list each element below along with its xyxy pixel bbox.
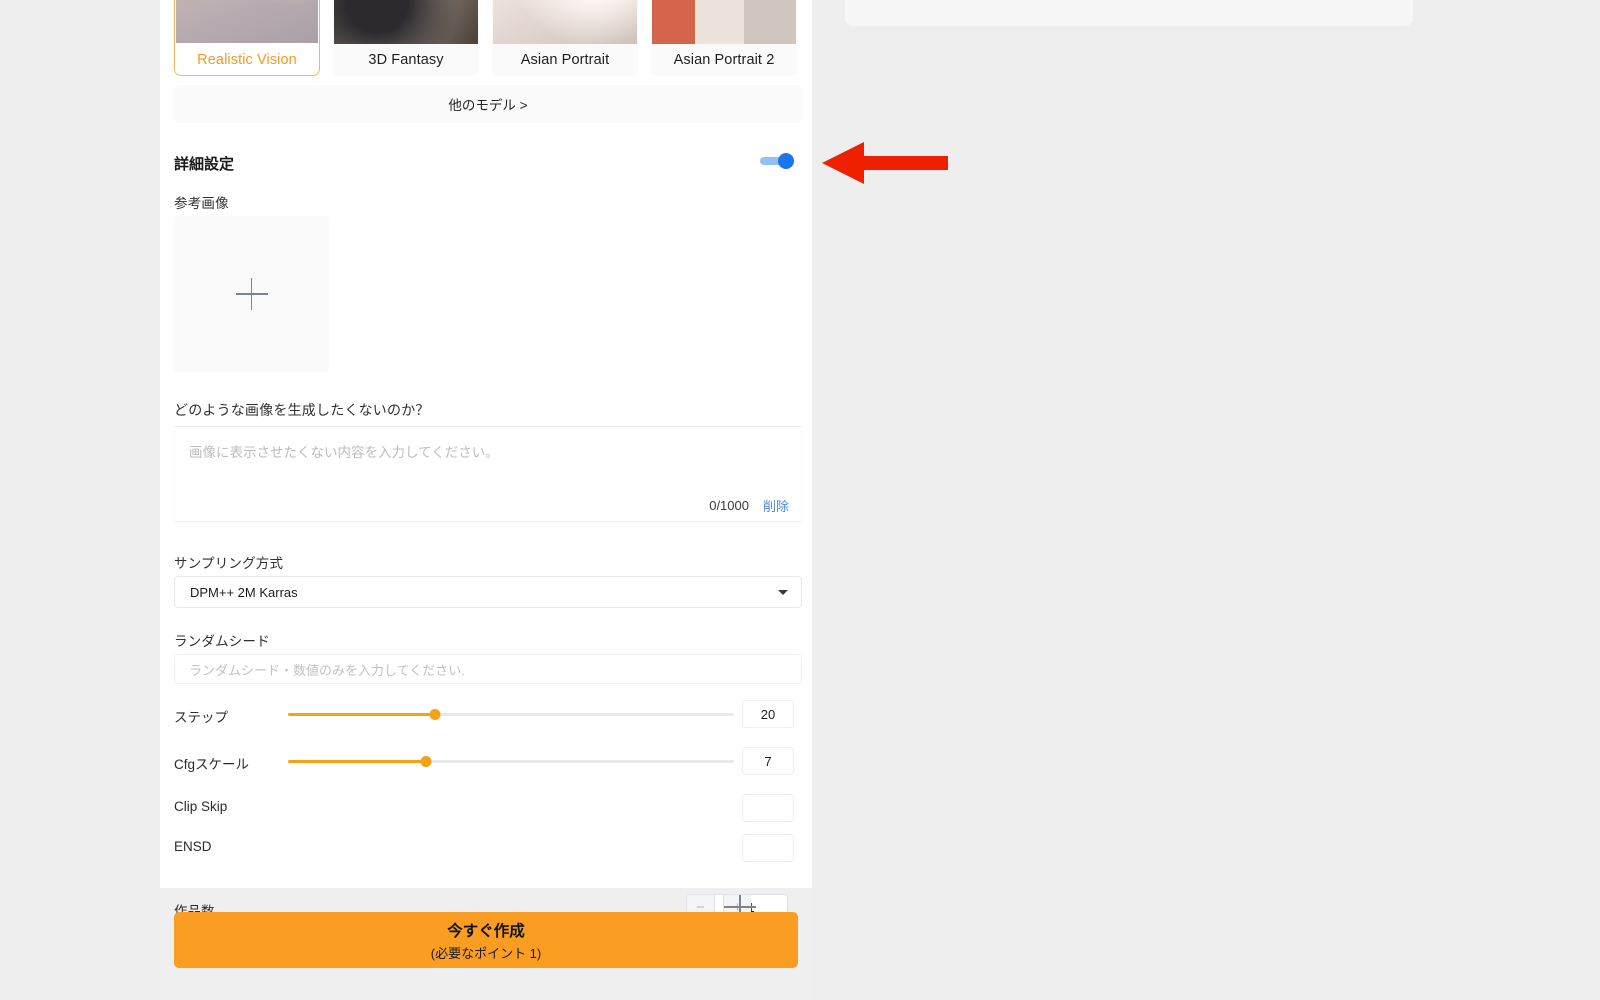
- model-thumbnail: [334, 0, 478, 44]
- negative-prompt-label: どのような画像を生成したくないのか？: [174, 402, 430, 418]
- annotation-arrow: [822, 142, 948, 184]
- ensd-label: ENSD: [174, 839, 212, 854]
- model-thumbnail: [652, 0, 796, 44]
- more-models-link[interactable]: 他のモデル >: [174, 85, 802, 123]
- negative-prompt-placeholder: 画像に表示させたくない内容を入力してください。: [189, 445, 499, 460]
- model-card-asian-portrait-2[interactable]: Asian Portrait 2: [651, 0, 797, 76]
- cfg-scale-value-input[interactable]: 7: [742, 747, 794, 775]
- cfg-scale-label: Cfgスケール: [174, 757, 250, 772]
- sampler-select[interactable]: DPM++ 2M Karras: [174, 576, 802, 608]
- seed-placeholder: ランダムシード・数値のみを入力してください.: [189, 662, 465, 678]
- sampler-selected-value: DPM++ 2M Karras: [190, 584, 298, 600]
- reference-image-upload[interactable]: [174, 216, 329, 372]
- generation-settings-panel: Realistic Vision 3D Fantasy Asian Portra…: [160, 0, 812, 888]
- generation-footer: 作品数 − 1 + 今すぐ作成 (必要なポイント 1): [160, 888, 812, 1000]
- clip-skip-row: Clip Skip: [174, 794, 802, 822]
- generate-button-title: 今すぐ作成: [447, 922, 525, 940]
- character-counter: 0/1000: [709, 498, 749, 513]
- generate-button[interactable]: 今すぐ作成 (必要なポイント 1): [174, 912, 798, 968]
- model-card-label: Asian Portrait: [520, 51, 610, 68]
- screen: Realistic Vision 3D Fantasy Asian Portra…: [0, 0, 1600, 1000]
- steps-slider-row: ステップ 20: [174, 700, 802, 730]
- toggle-knob: [778, 153, 794, 169]
- model-thumbnail: [176, 0, 318, 43]
- ensd-row: ENSD: [174, 834, 802, 862]
- negative-prompt-textarea[interactable]: 画像に表示させたくない内容を入力してください。 0/1000 削除: [174, 426, 802, 522]
- cfg-scale-slider-thumb[interactable]: [420, 756, 432, 767]
- advanced-settings-header: 詳細設定: [174, 149, 802, 177]
- model-thumbnail: [493, 0, 637, 44]
- ensd-input[interactable]: [742, 834, 794, 862]
- steps-slider-thumb[interactable]: [429, 709, 441, 720]
- right-result-card: [845, 0, 1413, 26]
- negative-prompt-footer: 0/1000 削除: [709, 496, 789, 515]
- reference-image-label: 参考画像: [174, 196, 229, 211]
- model-card-label: Realistic Vision: [197, 51, 297, 68]
- generate-button-subtitle: (必要なポイント 1): [430, 945, 542, 961]
- clip-skip-input[interactable]: [742, 794, 794, 822]
- seed-input[interactable]: ランダムシード・数値のみを入力してください.: [174, 654, 802, 684]
- model-card-asian-portrait[interactable]: Asian Portrait: [492, 0, 638, 76]
- model-selector: Realistic Vision 3D Fantasy Asian Portra…: [174, 0, 802, 76]
- steps-label: ステップ: [174, 710, 228, 725]
- steps-slider-fill: [288, 713, 436, 716]
- advanced-settings-toggle[interactable]: [760, 153, 794, 169]
- model-card-realistic-vision[interactable]: Realistic Vision: [174, 0, 320, 76]
- plus-icon: [235, 278, 268, 310]
- model-card-3d-fantasy[interactable]: 3D Fantasy: [333, 0, 479, 76]
- clip-skip-label: Clip Skip: [174, 799, 228, 814]
- steps-value-input[interactable]: 20: [742, 700, 794, 728]
- cfg-scale-slider-row: Cfgスケール 7: [174, 747, 802, 777]
- cfg-scale-slider-fill: [288, 760, 427, 763]
- chevron-down-icon: [778, 590, 788, 595]
- clear-negative-prompt-button[interactable]: 削除: [763, 496, 789, 515]
- steps-slider[interactable]: [288, 709, 734, 720]
- model-card-label: Asian Portrait 2: [673, 51, 775, 68]
- sampler-label: サンプリング方式: [174, 556, 284, 571]
- model-card-label: 3D Fantasy: [368, 51, 444, 68]
- advanced-settings-title: 詳細設定: [174, 156, 235, 173]
- seed-label: ランダムシード: [174, 634, 270, 649]
- cfg-scale-slider[interactable]: [288, 756, 734, 767]
